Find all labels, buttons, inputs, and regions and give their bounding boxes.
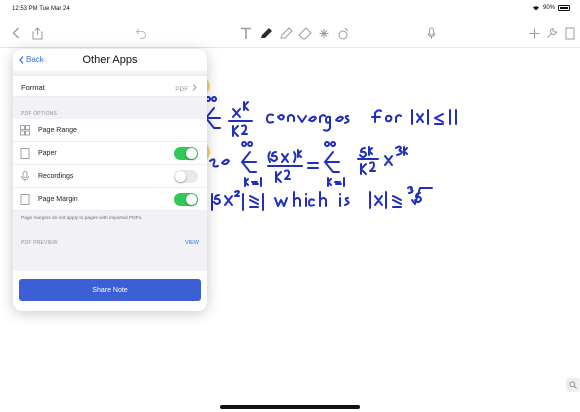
share-note-button[interactable]: Share Note [19, 279, 201, 301]
toolbar [0, 18, 580, 48]
wrench-icon[interactable] [546, 18, 558, 48]
microphone-icon [21, 171, 29, 182]
option-label: Page Range [38, 127, 77, 134]
format-row[interactable]: Format PDF [13, 75, 207, 97]
pen-icon[interactable] [259, 18, 273, 48]
pdf-preview-header: PDF PREVIEW [21, 240, 58, 246]
eraser-icon[interactable] [298, 18, 312, 48]
shapes-icon[interactable] [336, 18, 350, 48]
pdf-options-header: PDF OPTIONS [21, 111, 58, 117]
export-popover: Back Other Apps Format PDF PDF OPTIONS P… [13, 49, 207, 311]
format-value: PDF [175, 84, 197, 93]
zoom-button[interactable] [566, 378, 580, 392]
microphone-icon[interactable] [427, 18, 436, 48]
format-label: Format [21, 83, 45, 92]
text-tool-icon[interactable] [240, 18, 252, 48]
share-icon[interactable] [32, 18, 43, 48]
format-value-text: PDF [175, 86, 189, 93]
status-time-date: 12:53 PM Tue Mar 24 [12, 6, 70, 12]
highlighter-icon[interactable] [279, 18, 293, 48]
undo-icon[interactable] [135, 18, 147, 48]
popover-title: Other Apps [82, 54, 138, 66]
page-icon[interactable] [565, 18, 575, 48]
back-icon[interactable] [12, 18, 20, 48]
option-label: Page Margin [38, 196, 78, 203]
margin-note: Page margins do not apply to pages with … [21, 216, 143, 221]
view-link[interactable]: VIEW [185, 240, 199, 246]
page-margin-toggle[interactable] [174, 193, 198, 206]
option-recordings: Recordings [13, 165, 207, 188]
option-page-range[interactable]: Page Range [13, 119, 207, 142]
battery-icon [558, 5, 570, 11]
option-label: Paper [38, 150, 57, 157]
home-indicator[interactable] [220, 405, 360, 409]
option-page-margin: Page Margin [13, 188, 207, 211]
lasso-icon[interactable] [317, 18, 331, 48]
popover-nav: Back Other Apps [13, 49, 207, 71]
add-icon[interactable] [529, 18, 540, 48]
magnifier-icon [569, 381, 577, 389]
wifi-icon [532, 6, 539, 11]
battery-percent: 90% [542, 5, 555, 11]
recordings-toggle[interactable] [174, 170, 198, 183]
page-icon [20, 194, 30, 205]
page-icon [20, 148, 30, 159]
paper-toggle[interactable] [174, 147, 198, 160]
chevron-right-icon [192, 84, 197, 91]
grid-icon [20, 125, 30, 136]
status-bar: 12:53 PM Tue Mar 24 90% [0, 0, 580, 18]
option-label: Recordings [38, 173, 74, 180]
share-note-label: Share Note [92, 286, 128, 294]
status-indicators: 90% [532, 5, 570, 11]
option-paper: Paper [13, 142, 207, 165]
pdf-preview-row: PDF PREVIEW VIEW [13, 235, 207, 251]
